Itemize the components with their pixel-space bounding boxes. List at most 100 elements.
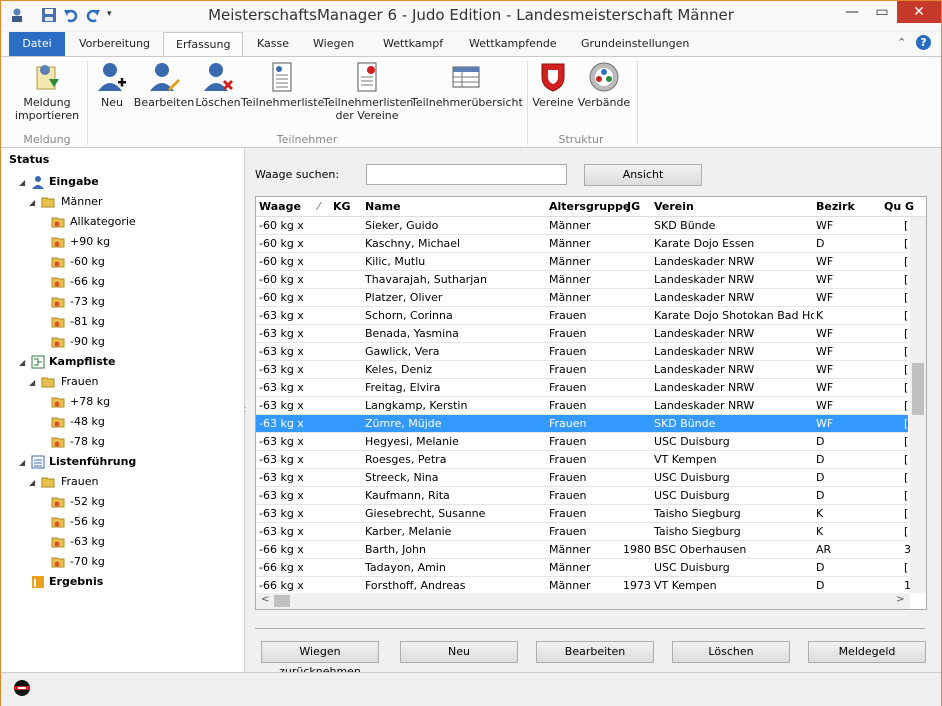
table-row[interactable]: -63 kg x Benada, Yasmina Frauen Landeskader… [256, 325, 908, 343]
col-header-name[interactable]: Name [365, 200, 401, 213]
tree-node-category[interactable]: -60 kg [70, 253, 105, 271]
table-row[interactable]: -63 kg x Kaufmann, Rita Frauen USC Duisburg… [256, 487, 908, 505]
scroll-right-icon[interactable]: > [896, 594, 904, 605]
table-row[interactable]: -63 kg x Freitag, Elvira Frauen Landeskader… [256, 379, 908, 397]
tree-expand-arrow[interactable]: ◢ [19, 358, 25, 367]
tree-node-listenfuehrung[interactable]: Listenführung [49, 453, 136, 471]
vereine-button[interactable]: Vereine [531, 61, 575, 109]
meldegeld-button[interactable]: Meldegeld [808, 641, 926, 663]
tree-node-category[interactable]: +90 kg [70, 233, 110, 251]
col-header-waage[interactable]: Waage [259, 200, 301, 213]
loeschen-ribbon-button[interactable]: Löschen [195, 61, 241, 109]
tree-node-category[interactable]: -48 kg [70, 413, 105, 431]
tree-node-kampfliste[interactable]: Kampfliste [49, 353, 115, 371]
tree-node-category[interactable]: -73 kg [70, 293, 105, 311]
tree-node-frauen[interactable]: Frauen [61, 473, 99, 491]
scroll-thumb[interactable] [912, 363, 924, 415]
teilnehmerliste-button[interactable]: Teilnehmerliste [241, 61, 325, 109]
waage-search-input[interactable] [366, 164, 567, 185]
cell-altersgruppe: Frauen [549, 417, 587, 430]
table-row[interactable]: -63 kg x Hegyesi, Melanie Frauen USC Duisbu… [256, 433, 908, 451]
table-row[interactable]: -63 kg x Giesebrecht, Susanne Frauen Taisho… [256, 505, 908, 523]
table-row[interactable]: -63 kg x Gawlick, Vera Frauen Landeskader N… [256, 343, 908, 361]
col-header-jg[interactable]: JG [627, 200, 640, 213]
table-row[interactable]: -63 kg x Schorn, Corinna Frauen Karate Dojo… [256, 307, 908, 325]
bearbeiten-button[interactable]: Bearbeiten [536, 641, 654, 663]
tree-node-category[interactable]: -56 kg [70, 513, 105, 531]
close-button[interactable]: ✕ [897, 1, 941, 23]
table-row[interactable]: -60 kg x Platzer, Oliver Männer Landeskader… [256, 289, 908, 307]
tab-wiegen[interactable]: Wiegen [301, 32, 366, 56]
tree-node-category[interactable]: -78 kg [70, 433, 105, 451]
col-header-kg[interactable]: KG [333, 200, 351, 213]
weight-class-icon [51, 237, 65, 248]
tree-node-category[interactable]: +78 kg [70, 393, 110, 411]
tree-node-category[interactable]: Allkategorie [70, 213, 136, 231]
table-row[interactable]: -66 kg x Tadayon, Amin Männer USC Duisburg D… [256, 559, 908, 577]
meldung-importieren-button[interactable]: Meldung importieren [13, 61, 81, 122]
tree-expand-arrow[interactable]: ◢ [29, 198, 35, 207]
neu-button[interactable]: Neu [400, 641, 518, 663]
tab-wettkampf[interactable]: Wettkampf [371, 32, 455, 56]
tab-wettkampfende[interactable]: Wettkampfende [457, 32, 569, 56]
table-row[interactable]: -63 kg x Langkamp, Kerstin Frauen Landeskad… [256, 397, 908, 415]
table-row[interactable]: -60 kg x Thavarajah, Sutharjan Männer Lande… [256, 271, 908, 289]
col-header-qu[interactable]: Qu G [884, 200, 914, 213]
table-row[interactable]: -63 kg x Zümre, Müjde Frauen SKD Bünde WF[ [256, 415, 908, 433]
teilnehmerlisten-vereine-button[interactable]: Teilnehmerlisten der Vereine [323, 61, 413, 122]
table-row[interactable]: -60 kg x Kaschny, Michael Männer Karate Doj… [256, 235, 908, 253]
col-header-altersgruppe[interactable]: Altersgruppe [549, 200, 630, 213]
teilnehmeruebersicht-button[interactable]: Teilnehmerübersicht [411, 61, 523, 109]
tree-node-category[interactable]: -70 kg [70, 553, 105, 571]
tree-node-frauen[interactable]: Frauen [61, 373, 99, 391]
tree-node-category[interactable]: -52 kg [70, 493, 105, 511]
tree-expand-arrow[interactable]: ◢ [19, 458, 25, 467]
tree-node-eingabe[interactable]: Eingabe [49, 173, 99, 191]
tree-node-category[interactable]: -81 kg [70, 313, 105, 331]
table-row[interactable]: -60 kg x Kilic, Mutlu Männer Landeskader NR… [256, 253, 908, 271]
cell-name: Sieker, Guido [365, 219, 439, 232]
table-row[interactable]: -63 kg x Roesges, Petra Frauen VT Kempen D[ [256, 451, 908, 469]
col-header-verein[interactable]: Verein [654, 200, 694, 213]
restore-button[interactable]: ▭ [867, 1, 897, 23]
vertical-scrollbar[interactable] [910, 217, 926, 593]
tree-expand-arrow[interactable]: ◢ [29, 378, 35, 387]
tree-node-maenner[interactable]: Männer [61, 193, 102, 211]
tab-erfassung[interactable]: Erfassung [163, 32, 244, 57]
col-header-bezirk[interactable]: Bezirk [816, 200, 855, 213]
cell-bezirk: D [816, 471, 825, 484]
bearbeiten-ribbon-button[interactable]: Bearbeiten [133, 61, 195, 109]
tree-node-category[interactable]: -90 kg [70, 333, 105, 351]
cell-jg: 1973 [623, 579, 651, 592]
ansicht-button[interactable]: Ansicht [584, 164, 702, 186]
splitter-grip[interactable]: ⁚ [244, 406, 246, 414]
collapse-ribbon-icon[interactable]: ⌃ [897, 36, 906, 49]
neu-ribbon-button[interactable]: Neu [93, 61, 131, 109]
wiegen-zuruecknehmen-button[interactable]: Wiegen zurücknehmen [261, 641, 379, 678]
horizontal-scrollbar[interactable]: < > [256, 593, 910, 609]
scroll-thumb[interactable] [274, 595, 290, 607]
tree-expand-arrow[interactable]: ◢ [19, 178, 25, 187]
loeschen-button[interactable]: Löschen [672, 641, 790, 663]
verbaende-button[interactable]: Verbände [577, 61, 631, 109]
scroll-left-icon[interactable]: < [261, 594, 269, 605]
tree-node-ergebnis[interactable]: Ergebnis [49, 573, 103, 591]
cell-name: Keles, Deniz [365, 363, 433, 376]
table-row[interactable]: -60 kg x Sieker, Guido Männer SKD Bünde WF[ [256, 217, 908, 235]
help-icon[interactable]: ? [916, 35, 931, 50]
table-row[interactable]: -63 kg x Streeck, Nina Frauen USC Duisburg D… [256, 469, 908, 487]
tree-expand-arrow[interactable]: ◢ [29, 478, 35, 487]
tree-node-category[interactable]: -63 kg [70, 533, 105, 551]
table-row[interactable]: -63 kg x Keles, Deniz Frauen Landeskader NR… [256, 361, 908, 379]
tab-kasse[interactable]: Kasse [245, 32, 301, 56]
teilnehmerliste-label: Teilnehmerliste [241, 96, 325, 109]
tab-grundeinstellungen[interactable]: Grundeinstellungen [569, 32, 701, 56]
table-row[interactable]: -63 kg x Karber, Melanie Frauen Taisho Sieg… [256, 523, 908, 541]
tab-vorbereitung[interactable]: Vorbereitung [67, 32, 162, 56]
tab-datei[interactable]: Datei [9, 32, 65, 56]
cell-name: Benada, Yasmina [365, 327, 459, 340]
minimize-button[interactable]: — [837, 1, 867, 23]
table-row[interactable]: -66 kg x Barth, John Männer 1980 BSC Oberhau… [256, 541, 910, 559]
tree-node-category[interactable]: -66 kg [70, 273, 105, 291]
cell-altersgruppe: Frauen [549, 399, 587, 412]
